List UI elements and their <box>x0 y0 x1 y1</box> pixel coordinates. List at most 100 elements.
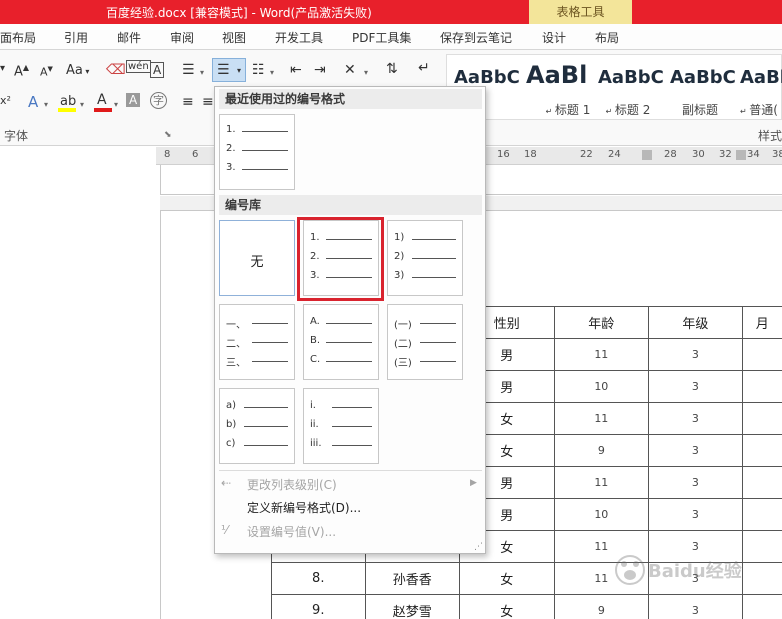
font-dialog-launcher-icon[interactable]: ⬊ <box>164 130 172 140</box>
numbering-button-active[interactable]: ☰ ▾ <box>212 58 246 82</box>
highlight-dropdown-icon[interactable]: ▾ <box>80 100 84 109</box>
menu-separator <box>219 470 482 471</box>
tab-layout[interactable]: 布局 <box>595 29 619 46</box>
phonetic-guide-button[interactable]: wén <box>126 60 151 73</box>
table-cell[interactable]: 11 <box>553 402 650 435</box>
highlight-button[interactable]: ab <box>58 94 78 112</box>
grow-font-button[interactable]: A▲ <box>14 63 29 79</box>
table-cell[interactable] <box>741 338 782 371</box>
table-cell[interactable]: 10 <box>553 370 650 403</box>
font-color-button[interactable]: A <box>94 92 112 112</box>
text-effect-dropdown-icon[interactable]: ▾ <box>44 100 48 109</box>
char-shading-button[interactable]: A <box>126 93 141 107</box>
numbering-format-chinese-paren[interactable]: (一) (二) (三) <box>387 304 463 380</box>
table-cell[interactable] <box>741 594 782 619</box>
shrink-font-button[interactable]: A▼ <box>40 65 53 79</box>
table-cell[interactable]: 9 <box>553 434 650 467</box>
numbering-format-decimal-paren[interactable]: 1) 2) 3) <box>387 220 463 296</box>
table-cell[interactable]: 3 <box>648 466 743 499</box>
change-list-level-item[interactable]: 更改列表级别(C) <box>247 476 337 493</box>
define-new-format-item[interactable]: 定义新编号格式(D)... <box>247 499 361 516</box>
tab-pdf-tools[interactable]: PDF工具集 <box>352 29 411 46</box>
align-center-icon[interactable]: ≡ <box>202 94 214 110</box>
decrease-indent-icon[interactable]: ⇤ <box>290 62 302 78</box>
numbering-format-lower-roman[interactable]: i. ii. iii. <box>303 388 379 464</box>
table-tools-tab[interactable]: 表格工具 <box>529 0 632 24</box>
style-label: ↵ 标题 2 <box>605 103 651 117</box>
bullets-dropdown-icon[interactable]: ▾ <box>200 68 204 77</box>
show-marks-icon[interactable]: ↵ <box>418 60 430 76</box>
numbering-none-option[interactable]: 无 <box>219 220 295 296</box>
multilevel-dropdown-icon[interactable]: ▾ <box>270 68 274 77</box>
numbering-format-upper-letter[interactable]: A. B. C. <box>303 304 379 380</box>
table-cell[interactable]: 3 <box>648 434 743 467</box>
align-left-icon[interactable]: ≡ <box>182 94 194 110</box>
column-marker[interactable] <box>642 150 652 160</box>
table-cell[interactable] <box>741 498 782 531</box>
text-effect-button[interactable]: A <box>28 93 38 111</box>
table-cell[interactable]: 3 <box>648 498 743 531</box>
tab-view[interactable]: 视图 <box>222 29 246 46</box>
style-subtitle[interactable]: AaBbC 副标题 <box>670 57 738 117</box>
char-border-icon[interactable]: A <box>150 62 165 78</box>
table-cell[interactable]: 女 <box>459 594 555 619</box>
table-cell[interactable]: 9. <box>271 594 366 619</box>
tab-mailings[interactable]: 邮件 <box>117 29 141 46</box>
table-cell[interactable]: 女 <box>459 562 555 595</box>
tab-review[interactable]: 审阅 <box>170 29 194 46</box>
superscript-button[interactable]: x² <box>0 94 11 107</box>
font-color-dropdown-icon[interactable]: ▾ <box>114 100 118 109</box>
tab-page-layout[interactable]: 面布局 <box>0 29 36 46</box>
table-cell[interactable]: 孙香香 <box>364 562 461 595</box>
recent-number-format[interactable]: 1. 2. 3. <box>219 114 295 190</box>
numbering-format-lower-letter[interactable]: a) b) c) <box>219 388 295 464</box>
number-line <box>412 277 456 278</box>
tab-developer[interactable]: 开发工具 <box>275 29 323 46</box>
number-line <box>252 361 288 362</box>
number-marker: 2) <box>394 251 405 262</box>
style-normal[interactable]: AaBbC ↵ 普通( <box>740 57 782 117</box>
number-marker: 三、 <box>226 358 246 369</box>
table-cell[interactable]: 3 <box>648 594 743 619</box>
table-cell[interactable]: 8. <box>271 562 366 595</box>
style-heading-1[interactable]: AaBl ↵ 标题 1 <box>526 57 594 117</box>
table-cell[interactable] <box>741 370 782 403</box>
table-cell[interactable]: 3 <box>648 370 743 403</box>
number-line <box>326 342 372 343</box>
clear-format-icon[interactable]: ⌫ <box>106 62 126 78</box>
style-heading-2[interactable]: AaBbC ↵ 标题 2 <box>598 57 666 117</box>
column-marker[interactable] <box>736 150 746 160</box>
asian-layout-dropdown-icon[interactable]: ▾ <box>364 68 368 77</box>
table-header-cell[interactable]: 年级 <box>648 306 743 339</box>
table-cell[interactable]: 赵梦雪 <box>364 594 461 619</box>
table-header-cell[interactable]: 年龄 <box>553 306 650 339</box>
table-cell[interactable]: 10 <box>553 498 650 531</box>
table-cell[interactable]: 11 <box>553 466 650 499</box>
number-line <box>420 361 456 362</box>
table-cell[interactable]: 9 <box>553 594 650 619</box>
sort-icon[interactable]: ⇅ <box>386 61 398 77</box>
numbering-dropdown: 最近使用过的编号格式 1. 2. 3. 编号库 无 1. 2. 3. 1) 2)… <box>214 86 486 554</box>
increase-indent-icon[interactable]: ⇥ <box>314 62 326 78</box>
number-marker: 1. <box>226 124 236 135</box>
table-cell[interactable]: 3 <box>648 402 743 435</box>
enclose-char-button[interactable]: 字 <box>150 92 167 109</box>
table-cell[interactable] <box>741 466 782 499</box>
tab-save-to-cloud[interactable]: 保存到云笔记 <box>440 29 512 46</box>
number-marker: A. <box>310 316 320 327</box>
table-cell[interactable] <box>741 402 782 435</box>
resize-grip-icon[interactable]: ⋰ <box>474 542 483 552</box>
tab-references[interactable]: 引用 <box>64 29 88 46</box>
multilevel-list-icon[interactable]: ☷ <box>252 62 265 78</box>
set-numbering-value-item[interactable]: 设置编号值(V)... <box>247 523 336 540</box>
table-cell[interactable] <box>741 434 782 467</box>
change-case-button[interactable]: Aa ▾ <box>66 63 89 78</box>
numbering-format-chinese[interactable]: 一、 二、 三、 <box>219 304 295 380</box>
table-header-cell[interactable]: 月 <box>741 306 782 339</box>
bullets-icon[interactable]: ☰ <box>182 62 195 78</box>
table-cell[interactable]: 11 <box>553 338 650 371</box>
dropdown-arrow-icon[interactable]: ▾ <box>0 63 5 74</box>
table-cell[interactable]: 3 <box>648 338 743 371</box>
asian-layout-icon[interactable]: ✕ <box>344 62 356 78</box>
tab-design[interactable]: 设计 <box>542 29 566 46</box>
